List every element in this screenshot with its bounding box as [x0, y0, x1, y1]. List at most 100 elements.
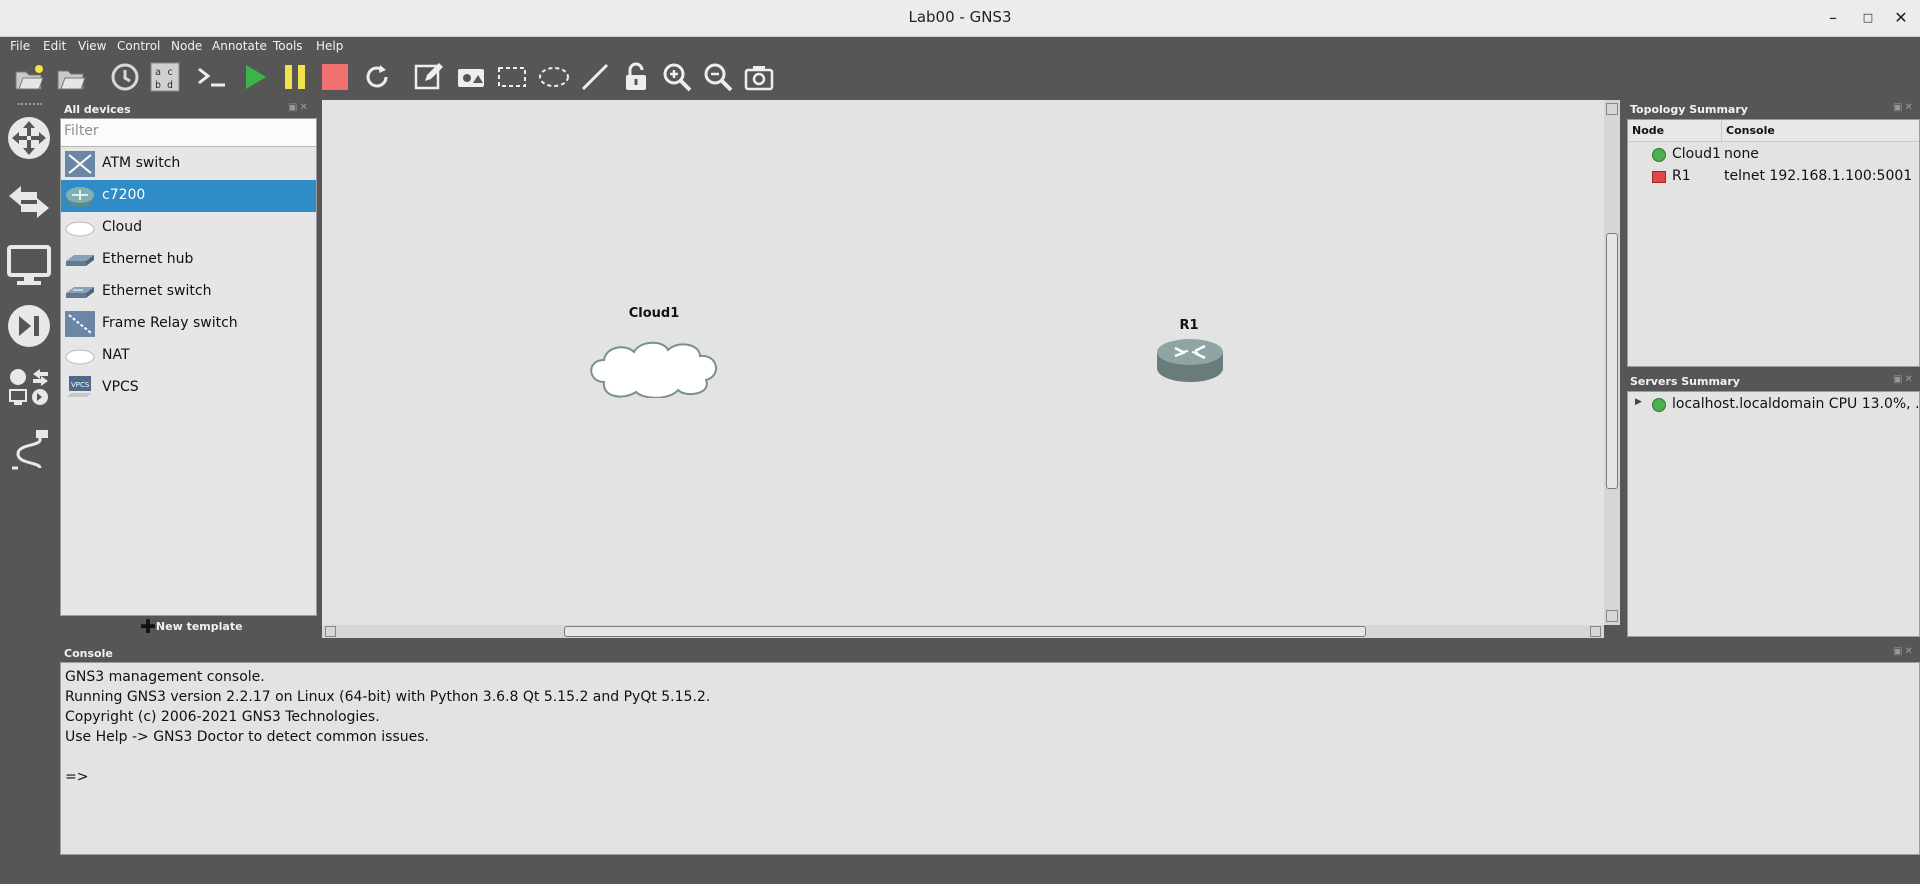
new-template-button[interactable]: ✚New template [140, 616, 243, 638]
frame-relay-switch-icon [65, 311, 95, 337]
node-name: R1 [1672, 168, 1691, 184]
menu-help[interactable]: Help [316, 39, 343, 53]
list-item[interactable]: VPCS VPCS [61, 372, 316, 404]
maximize-icon[interactable]: □ [1855, 6, 1881, 30]
device-label: VPCS [102, 379, 139, 395]
scroll-left-icon[interactable] [325, 626, 336, 637]
browse-switches-icon[interactable] [4, 177, 54, 227]
console-output[interactable]: GNS3 management console. Running GNS3 ve… [60, 662, 1920, 855]
status-stopped-icon [1652, 171, 1666, 183]
router-icon [65, 183, 95, 209]
console-line: Copyright (c) 2006-2021 GNS3 Technologie… [65, 709, 380, 725]
draw-ellipse-icon[interactable] [537, 60, 571, 94]
topology-summary-panel: Node Console Cloud1 none R1 telnet 192.1… [1627, 119, 1920, 367]
browse-routers-icon[interactable] [4, 113, 54, 163]
list-item[interactable]: c7200 [61, 180, 316, 212]
table-row[interactable]: R1 telnet 192.168.1.100:5001 [1628, 168, 1919, 190]
window-title: Lab00 - GNS3 [908, 8, 1012, 26]
vpcs-icon: VPCS [65, 375, 95, 401]
svg-text:a c: a c [155, 67, 173, 78]
suspend-all-icon[interactable] [278, 60, 312, 94]
console-dock-float-close[interactable]: ▣✕ [1893, 646, 1915, 657]
scrollbar-thumb[interactable] [1606, 233, 1618, 489]
device-label: Frame Relay switch [102, 315, 238, 331]
device-label: Ethernet hub [102, 251, 194, 267]
menu-node[interactable]: Node [171, 39, 202, 53]
reload-all-icon[interactable] [360, 60, 394, 94]
scroll-down-icon[interactable] [1606, 610, 1618, 622]
window-titlebar: Lab00 - GNS3 – □ ✕ [0, 0, 1920, 37]
menu-view[interactable]: View [78, 39, 106, 53]
ethernet-hub-icon [65, 247, 95, 273]
toolbar-grip [18, 103, 42, 108]
stop-all-icon[interactable] [318, 60, 352, 94]
start-all-icon[interactable] [238, 60, 272, 94]
zoom-in-icon[interactable] [660, 60, 694, 94]
device-label: Cloud [102, 219, 142, 235]
list-item[interactable]: Cloud [61, 212, 316, 244]
device-label: Ethernet switch [102, 283, 212, 299]
menu-edit[interactable]: Edit [43, 39, 66, 53]
scrollbar-thumb[interactable] [564, 626, 1366, 637]
minimize-icon[interactable]: – [1820, 6, 1846, 30]
servers-summary-title: Servers Summary [1630, 375, 1740, 388]
canvas-horizontal-scrollbar[interactable] [322, 625, 1604, 638]
list-item[interactable]: NAT [61, 340, 316, 372]
add-link-icon[interactable] [4, 426, 54, 476]
router-icon [1157, 339, 1223, 382]
menu-tools[interactable]: Tools [273, 39, 303, 53]
list-item[interactable]: Ethernet hub [61, 244, 316, 276]
devices-dock-float-close[interactable]: ▣✕ [288, 102, 310, 113]
menu-annotate[interactable]: Annotate [212, 39, 267, 53]
canvas-vertical-scrollbar[interactable] [1604, 100, 1620, 625]
table-row[interactable]: Cloud1 none [1628, 146, 1919, 168]
draw-line-icon[interactable] [578, 60, 612, 94]
servers-dock-float-close[interactable]: ▣✕ [1893, 374, 1915, 385]
console-all-icon[interactable] [196, 60, 230, 94]
screenshot-icon[interactable] [742, 60, 776, 94]
topology-canvas[interactable]: Cloud1 R1 [322, 100, 1604, 625]
device-filter-input[interactable]: Filter [61, 119, 316, 147]
atm-switch-icon [65, 151, 95, 177]
column-header-console[interactable]: Console [1722, 120, 1919, 142]
snapshot-icon[interactable] [108, 60, 142, 94]
open-project-icon[interactable] [54, 60, 88, 94]
column-header-node[interactable]: Node [1628, 120, 1722, 142]
list-item[interactable]: Frame Relay switch [61, 308, 316, 340]
close-icon[interactable]: ✕ [1888, 6, 1914, 30]
add-note-icon[interactable] [412, 60, 446, 94]
node-name: Cloud1 [1672, 146, 1721, 162]
list-item[interactable]: Ethernet switch [61, 276, 316, 308]
insert-image-icon[interactable] [454, 60, 488, 94]
browse-end-devices-icon[interactable] [4, 240, 54, 290]
ethernet-switch-icon [65, 279, 95, 305]
expand-arrow-icon[interactable]: ▶ [1635, 397, 1642, 407]
node-r1[interactable]: R1 [1154, 318, 1226, 388]
device-list: Filter ATM switch c7200 Cloud Ethernet h… [60, 118, 317, 616]
scroll-right-icon[interactable] [1590, 626, 1601, 637]
show-interface-labels-icon[interactable]: a c b d [148, 60, 182, 94]
new-project-icon[interactable] [12, 60, 46, 94]
node-cloud1[interactable]: Cloud1 [584, 306, 740, 398]
lock-unlock-icon[interactable] [619, 60, 653, 94]
menu-file[interactable]: File [10, 39, 30, 53]
node-console: telnet 192.168.1.100:5001 [1724, 168, 1913, 184]
list-item[interactable]: ▶ localhost.localdomain CPU 13.0%, ... [1628, 396, 1920, 418]
zoom-out-icon[interactable] [701, 60, 735, 94]
draw-rectangle-icon[interactable] [495, 60, 529, 94]
svg-text:VPCS: VPCS [71, 381, 90, 389]
plus-icon: ✚ [140, 616, 156, 638]
device-label: ATM switch [102, 155, 181, 171]
server-status-icon [1652, 398, 1666, 412]
browse-security-devices-icon[interactable] [4, 301, 54, 351]
list-item[interactable]: ATM switch [61, 148, 316, 180]
browse-all-devices-icon[interactable] [4, 363, 54, 413]
topology-dock-float-close[interactable]: ▣✕ [1893, 102, 1915, 113]
devices-dock-title: All devices [64, 103, 131, 116]
scroll-up-icon[interactable] [1606, 103, 1618, 115]
console-line: GNS3 management console. [65, 669, 265, 685]
console-dock-title: Console [64, 647, 113, 660]
topology-summary-title: Topology Summary [1630, 103, 1748, 116]
menu-control[interactable]: Control [117, 39, 160, 53]
menu-bar: File Edit View Control Node Annotate Too… [0, 37, 1920, 57]
